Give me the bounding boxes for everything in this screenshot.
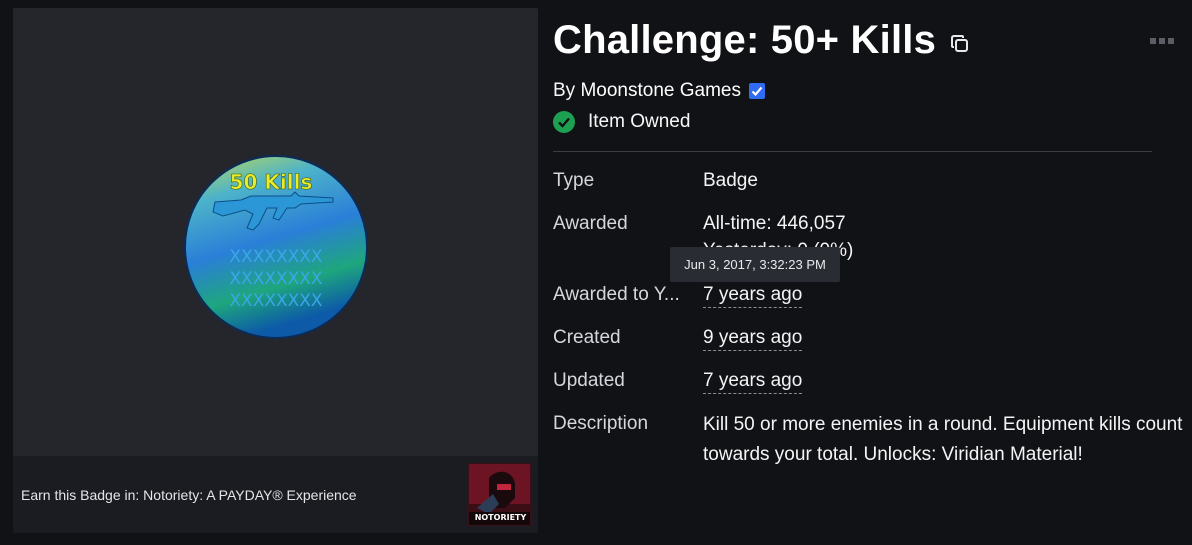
verified-badge-icon [749,83,765,99]
detail-row-description: Description [553,413,703,435]
description-label: Description [553,413,649,434]
detail-row-updated: Updated 7 years ago [553,370,803,394]
created-label: Created [553,327,621,348]
game-thumbnail-art: NOTORIETY [469,464,530,525]
updated-value[interactable]: 7 years ago [703,370,803,394]
owned-check-icon [553,111,575,133]
updated-label: Updated [553,370,625,391]
svg-text:XXXXXXXX: XXXXXXXX [229,269,323,289]
owned-status-text: Item Owned [588,111,691,132]
more-options-icon[interactable] [1150,38,1174,44]
description-text: Kill 50 or more enemies in a round. Equi… [703,414,1183,465]
detail-row-type: Type Badge [553,170,758,192]
divider [553,151,1152,152]
detail-row-created: Created 9 years ago [553,327,803,351]
page-title: Challenge: 50+ Kills [553,18,937,62]
type-value: Badge [703,170,758,191]
awarded-alltime: All-time: 446,057 [703,213,846,234]
badge-pattern: XXXXXXXX XXXXXXXX XXXXXXXX [229,247,323,311]
badge-image: 50 Kills XXXXXXXX XXXXXXXX XXXXXXXX [184,155,368,339]
svg-text:XXXXXXXX: XXXXXXXX [229,291,323,311]
earn-in-game-link[interactable]: Earn this Badge in: Notoriety: A PAYDAY®… [21,487,357,503]
owned-status-row: Item Owned [553,111,690,133]
creator-link[interactable]: Moonstone Games [580,80,741,102]
svg-text:NOTORIETY: NOTORIETY [475,513,527,522]
svg-text:XXXXXXXX: XXXXXXXX [229,247,323,267]
game-thumbnail[interactable]: NOTORIETY [468,463,531,526]
date-tooltip: Jun 3, 2017, 3:32:23 PM [670,247,840,282]
item-thumbnail-panel: 50 Kills XXXXXXXX XXXXXXXX XXXXXXXX Earn… [13,8,538,533]
awarded-to-you-label: Awarded to Y... [553,284,680,305]
creator-row: By Moonstone Games [553,80,766,102]
title-row: Challenge: 50+ Kills [553,18,970,63]
copy-icon[interactable] [950,34,970,54]
detail-row-awarded-to-you: Awarded to Y... 7 years ago [553,284,803,308]
awarded-to-you-value[interactable]: 7 years ago [703,284,803,308]
creator-prefix: By [553,80,576,101]
badge-top-text: 50 Kills [230,170,313,194]
type-label: Type [553,170,595,191]
earn-in-game-bar: Earn this Badge in: Notoriety: A PAYDAY®… [13,456,538,533]
created-value[interactable]: 9 years ago [703,327,803,351]
